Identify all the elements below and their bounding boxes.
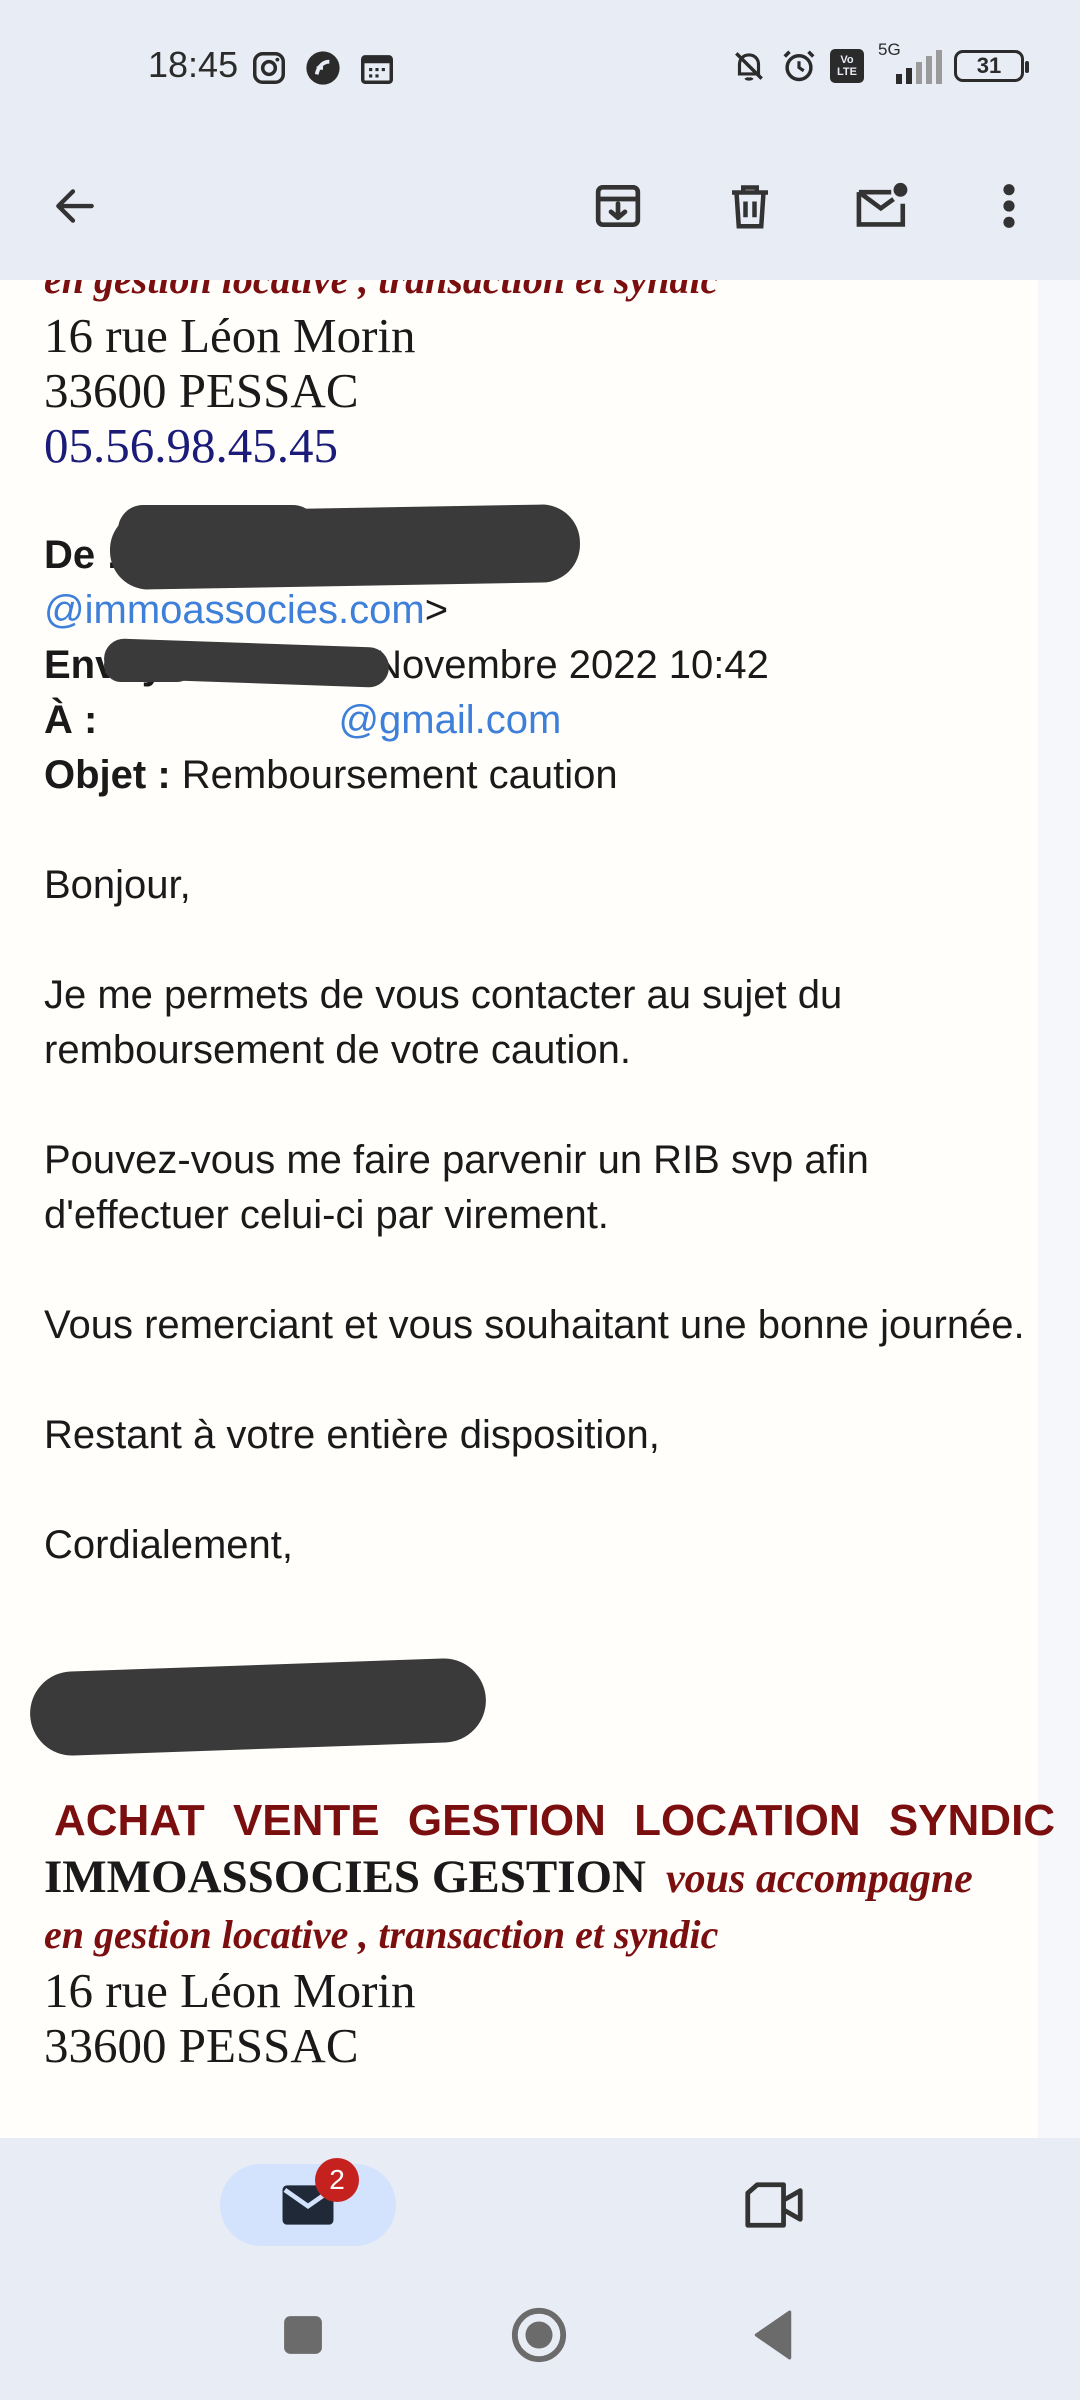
signature-company-name: IMMOASSOCIES GESTION xyxy=(44,1851,647,1903)
signature-tagline: en gestion locative , transaction et syn… xyxy=(44,1912,719,1957)
paragraph-5: Cordialement, xyxy=(44,1523,294,1567)
mark-unread-icon xyxy=(856,182,908,227)
status-time: 18:45 xyxy=(148,44,239,85)
battery-level: 31 xyxy=(976,53,1002,78)
home-circle-icon xyxy=(511,2307,567,2363)
paragraph-2: Pouvez-vous me faire parvenir un RIB svp… xyxy=(44,1138,869,1237)
bottom-navigation: 2 xyxy=(0,2138,1080,2270)
alarm-icon xyxy=(783,50,815,82)
greeting: Bonjour, xyxy=(44,863,191,907)
mark-unread-button[interactable] xyxy=(851,175,913,237)
subject-label: Objet : xyxy=(44,753,171,797)
recents-button[interactable] xyxy=(282,2314,324,2361)
mail-badge: 2 xyxy=(315,2158,359,2202)
paragraph-1: Je me permets de vous contacter au sujet… xyxy=(44,973,843,1072)
status-bar: 18:45 Vo LTE 5G 31 xyxy=(0,0,1080,130)
paragraph-4: Restant à votre entière disposition, xyxy=(44,1413,660,1457)
email-body[interactable]: en gestion locative , transaction et syn… xyxy=(0,280,1080,2138)
trash-icon xyxy=(732,185,768,229)
signature-banner: ACHAT VENTE GESTION LOCATION SYNDIC xyxy=(54,1796,1056,1845)
header-subject: Objet : Remboursement caution xyxy=(44,748,1034,803)
paragraph-3: Vous remerciant et vous souhaitant une b… xyxy=(44,1303,1025,1347)
back-button[interactable] xyxy=(44,175,106,237)
to-label: À : xyxy=(44,698,98,742)
signature-city: 33600 PESSAC xyxy=(44,2018,359,2073)
top-signature-phone[interactable]: 05.56.98.45.45 xyxy=(44,418,1034,473)
instagram-icon xyxy=(253,52,285,84)
nav-mail-tab[interactable]: 2 xyxy=(220,2158,396,2246)
signature-company-tag: vous accompagne xyxy=(666,1856,973,1902)
status-right-icons: Vo LTE 5G 31 xyxy=(730,40,1029,88)
header-to: À : @gmail.com xyxy=(44,693,1034,748)
from-suffix: > xyxy=(424,588,449,632)
system-navigation-bar xyxy=(0,2270,1080,2400)
system-back-button[interactable] xyxy=(752,2310,794,2365)
status-left-icons xyxy=(250,48,396,88)
redaction-signer xyxy=(28,1657,488,1757)
more-vertical-icon xyxy=(1003,184,1015,228)
from-label: De : xyxy=(44,533,120,577)
top-signature-tagline: en gestion locative , transaction et syn… xyxy=(44,280,1034,308)
battery-indicator: 31 xyxy=(954,50,1029,82)
from-address-link[interactable]: @immoassocies.com xyxy=(44,588,425,632)
back-triangle-icon xyxy=(754,2310,792,2360)
archive-icon xyxy=(595,185,641,227)
mute-icon xyxy=(735,52,763,81)
volte-label: Vo LTE xyxy=(837,54,857,78)
to-address-link[interactable]: @gmail.com xyxy=(338,698,561,742)
archive-button[interactable] xyxy=(587,175,649,237)
top-signature-city: 33600 PESSAC xyxy=(44,363,359,418)
email-canvas: en gestion locative , transaction et syn… xyxy=(0,280,1056,2138)
signature-company-line: IMMOASSOCIES GESTION vous accompagne xyxy=(44,1848,1034,1907)
redaction-from-2 xyxy=(118,505,318,555)
delete-button[interactable] xyxy=(719,175,781,237)
phone-app-icon xyxy=(306,51,340,85)
redaction-to-2 xyxy=(104,648,194,682)
arrow-left-icon xyxy=(56,189,94,223)
top-signature-street: 16 rue Léon Morin xyxy=(44,308,416,363)
volte-icon: Vo LTE xyxy=(830,49,864,83)
signal-5g-icon: 5G xyxy=(876,40,942,86)
home-button[interactable] xyxy=(510,2306,568,2369)
subject-value: Remboursement caution xyxy=(181,753,618,797)
calendar-icon xyxy=(361,55,393,84)
email-toolbar xyxy=(0,130,1080,280)
more-options-button[interactable] xyxy=(978,175,1040,237)
square-icon xyxy=(284,2316,322,2354)
nav-meet-tab[interactable] xyxy=(734,2164,814,2246)
signature-street: 16 rue Léon Morin xyxy=(44,1963,416,2018)
video-camera-icon xyxy=(745,2182,803,2228)
